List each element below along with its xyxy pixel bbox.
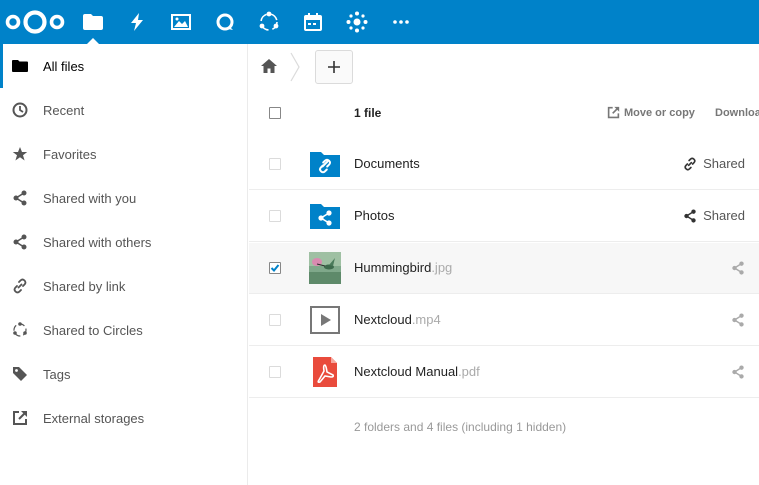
sidebar-item-shared-by-link[interactable]: Shared by link <box>0 264 247 308</box>
star-icon <box>12 147 28 161</box>
share-icon <box>13 234 27 250</box>
link-icon <box>13 278 27 294</box>
file-row-nextcloud-manual[interactable]: Nextcloud Manual.pdf <box>249 347 759 398</box>
sidebar-item-label: Tags <box>43 367 71 382</box>
nextcloud-logo[interactable] <box>4 7 66 37</box>
home-icon[interactable] <box>261 58 277 74</box>
sidebar-item-external-storages[interactable]: External storages <box>0 396 247 440</box>
checkmark-icon <box>270 264 280 272</box>
file-list-area: 1 file Move or copy Download Documents S… <box>249 44 759 485</box>
external-icon <box>607 106 620 119</box>
row-checkbox[interactable] <box>269 314 281 326</box>
sidebar-item-label: Shared with others <box>43 235 152 250</box>
row-checkbox[interactable] <box>269 366 281 378</box>
link-icon <box>684 156 696 171</box>
folder-link-icon[interactable] <box>309 148 341 180</box>
sidebar-item-label: Recent <box>43 103 85 118</box>
shared-indicator[interactable]: Shared <box>683 156 745 171</box>
top-bar <box>0 0 759 44</box>
file-row-photos[interactable]: Photos Shared <box>249 191 759 242</box>
sidebar-item-label: Shared with you <box>43 191 137 206</box>
move-copy-button[interactable]: Move or copy <box>607 106 695 119</box>
new-file-button[interactable] <box>315 50 353 84</box>
sidebar-item-tags[interactable]: Tags <box>0 352 247 396</box>
more-apps-icon[interactable] <box>379 0 423 44</box>
file-row-hummingbird[interactable]: Hummingbird.jpg <box>249 243 759 294</box>
file-row-nextcloud-video[interactable]: Nextcloud.mp4 <box>249 295 759 346</box>
file-row-documents[interactable]: Documents Shared <box>249 139 759 190</box>
sidebar-item-recent[interactable]: Recent <box>0 88 247 132</box>
external-icon <box>13 411 27 425</box>
sidebar-item-shared-with-you[interactable]: Shared with you <box>0 176 247 220</box>
tag-icon <box>13 367 27 381</box>
sidebar-item-label: All files <box>43 59 85 74</box>
talk-icon[interactable] <box>203 0 247 44</box>
shared-label: Shared <box>703 208 745 223</box>
clock-icon <box>12 102 28 118</box>
shared-indicator[interactable]: Shared <box>683 208 745 223</box>
selection-count: 1 file <box>354 106 382 120</box>
video-file-icon[interactable] <box>309 304 341 336</box>
circles-icon[interactable] <box>247 0 291 44</box>
sidebar-item-all-files[interactable]: All files <box>0 44 247 88</box>
share-icon[interactable] <box>731 313 745 327</box>
share-icon <box>684 208 696 223</box>
pdf-file-icon[interactable] <box>309 356 341 388</box>
select-all-checkbox[interactable] <box>269 107 281 119</box>
file-name[interactable]: Documents <box>354 156 420 171</box>
activity-icon[interactable] <box>115 0 159 44</box>
share-icon[interactable] <box>731 365 745 379</box>
download-label: Download <box>715 106 759 119</box>
file-name[interactable]: Photos <box>354 208 394 223</box>
sidebar-item-favorites[interactable]: Favorites <box>0 132 247 176</box>
share-icon[interactable] <box>731 261 745 275</box>
sidebar-item-shared-to-circles[interactable]: Shared to Circles <box>0 308 247 352</box>
row-checkbox[interactable] <box>269 158 281 170</box>
breadcrumb-separator-icon <box>290 52 300 82</box>
sidebar-item-label: Shared by link <box>43 279 126 294</box>
folder-shared-icon[interactable] <box>309 200 341 232</box>
file-list-header: 1 file Move or copy Download <box>249 91 759 135</box>
circles-icon <box>13 322 27 337</box>
move-copy-label: Move or copy <box>624 106 695 119</box>
calendar-icon[interactable] <box>291 0 335 44</box>
sidebar-item-label: Favorites <box>43 147 97 162</box>
file-summary: 2 folders and 4 files (including 1 hidde… <box>354 420 567 434</box>
folder-icon <box>12 60 28 72</box>
contacts-icon[interactable] <box>335 0 379 44</box>
sidebar-item-label: External storages <box>43 411 145 426</box>
download-button[interactable]: Download <box>711 106 759 119</box>
sidebar-item-label: Shared to Circles <box>43 323 143 338</box>
file-name[interactable]: Hummingbird.jpg <box>354 260 452 275</box>
gallery-icon[interactable] <box>159 0 203 44</box>
sidebar-item-shared-with-others[interactable]: Shared with others <box>0 220 247 264</box>
row-checkbox[interactable] <box>269 210 281 222</box>
image-thumbnail[interactable] <box>309 252 341 284</box>
file-name[interactable]: Nextcloud.mp4 <box>354 312 441 327</box>
file-name[interactable]: Nextcloud Manual.pdf <box>354 364 480 379</box>
shared-label: Shared <box>703 156 745 171</box>
row-checkbox-checked[interactable] <box>269 262 281 274</box>
plus-icon <box>328 61 340 73</box>
sidebar: All files Recent Favorites Shared with y… <box>0 44 248 485</box>
share-icon <box>13 190 27 206</box>
